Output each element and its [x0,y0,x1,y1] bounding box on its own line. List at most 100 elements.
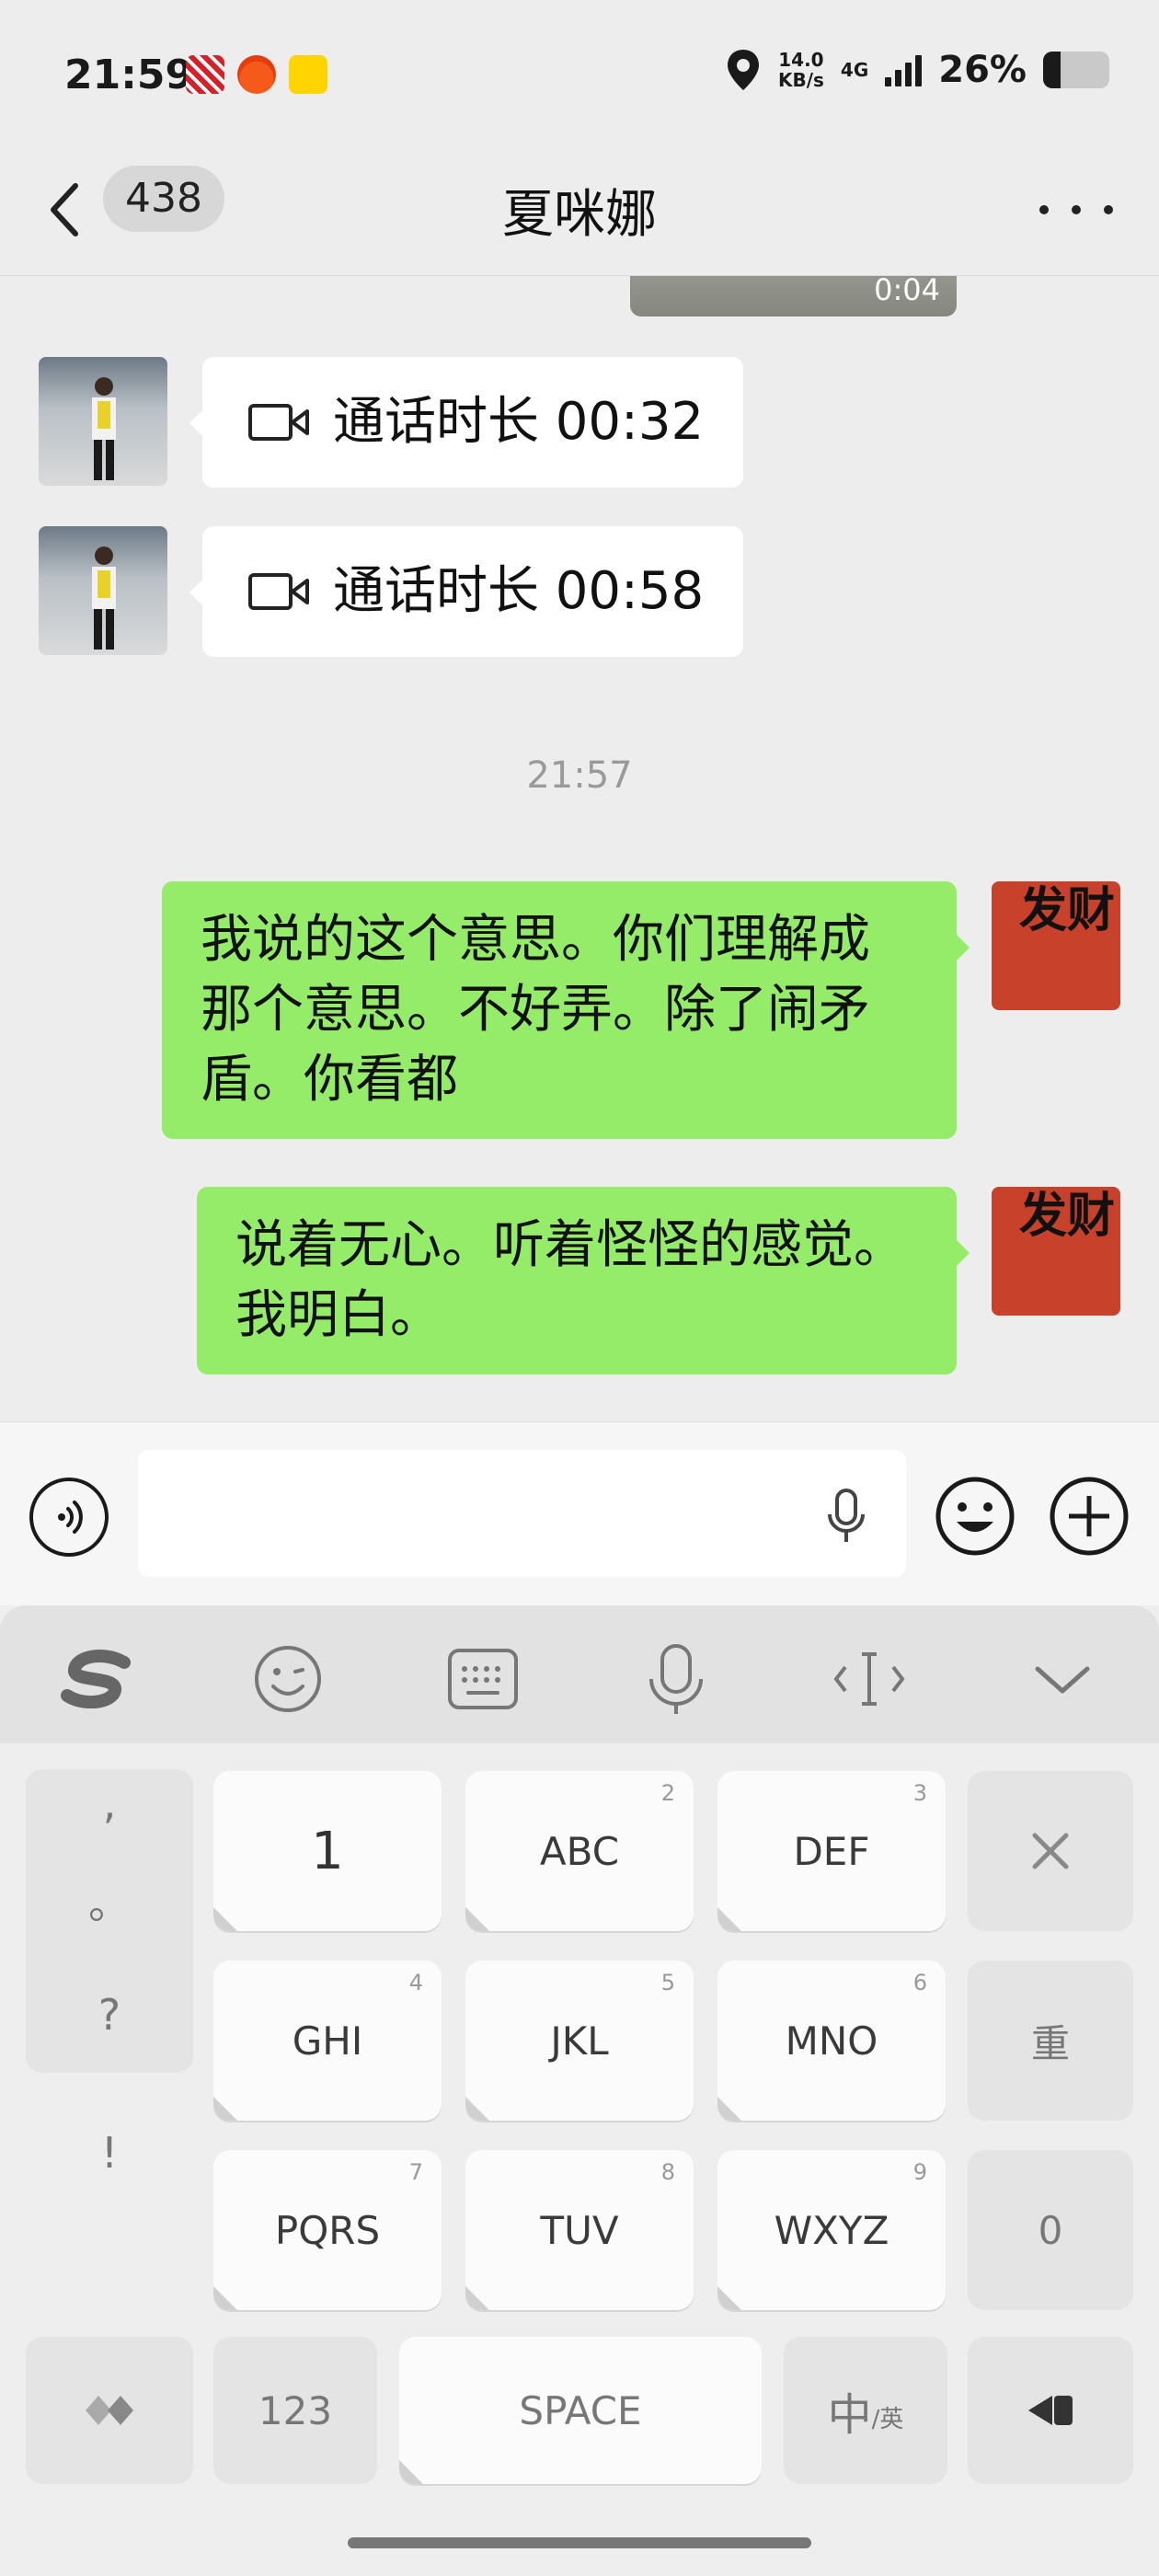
contact-avatar[interactable] [39,526,167,655]
microphone-icon[interactable] [823,1487,869,1546]
key-def[interactable]: 3 DEF [717,1771,946,1931]
network-speed-value: 14.0 [778,49,824,71]
emoji-icon[interactable] [248,1642,327,1716]
video-duration: 0:04 [874,276,940,307]
language-switch-key[interactable]: 中 /英 [784,2337,947,2484]
call-record-bubble[interactable]: 通话时长 00:32 [189,357,743,488]
video-call-icon [248,573,309,610]
battery-icon [1043,52,1109,88]
key-sublabel: /英 [871,2405,904,2433]
key-wxyz[interactable]: 9 WXYZ [717,2150,946,2310]
sent-message-bubble[interactable]: 我说的这个意思。你们理解成那个意思。不好弄。除了闹矛盾。你看都 [162,881,970,1139]
key-tuv[interactable]: 8 TUV [465,2150,694,2310]
cursor-icon[interactable] [830,1642,909,1716]
key-label: PQRS [274,2207,381,2253]
key-ghi[interactable]: 4 GHI [213,1961,442,2121]
punct-exclaim[interactable]: ! [26,2128,193,2178]
chat-title: 夏咪娜 [502,185,657,245]
symbols-key[interactable] [26,2337,193,2484]
my-avatar[interactable]: 发财 [992,881,1120,1010]
my-avatar[interactable]: 发财 [992,1187,1120,1316]
sent-message-bubble[interactable]: 说着无心。听着怪怪的感觉。我明白。 [197,1187,970,1374]
chevron-down-icon[interactable] [1023,1642,1102,1716]
key-label: 0 [1038,2207,1063,2253]
voice-icon [58,1501,83,1534]
key-mno[interactable]: 6 MNO [717,1961,946,2121]
message-text: 说着无心。听着怪怪的感觉。我明白。 [235,1215,905,1345]
input-bar [0,1421,1159,1605]
key-number: 7 [408,2159,423,2185]
keyboard-toolbar [0,1605,1159,1743]
key-label: 中 [827,2389,872,2441]
app-notification-icon [186,55,224,94]
key-label: TUV [540,2207,619,2253]
call-duration-text: 通话时长 00:58 [333,561,705,621]
add-button[interactable] [1047,1474,1131,1558]
network-type: 4G [840,59,869,81]
key-label: ABC [539,1828,620,1874]
dot-icon [1039,205,1049,214]
call-duration-text: 通话时长 00:32 [333,392,705,452]
punct-period[interactable]: 。 [26,1870,193,1931]
keyboard: , 。 ? ! 1 2 ABC 3 DEF 4 GHI 5 JKL 6 MNO … [0,1605,1159,2576]
avatar-text: 发财 [1019,883,1116,938]
message-text: 我说的这个意思。你们理解成那个意思。不好弄。除了闹矛盾。你看都 [201,910,870,1110]
app-notification-icon [289,55,327,94]
keyboard-icon[interactable] [443,1642,522,1716]
avatar-text: 发财 [1019,1189,1116,1244]
key-number: 3 [912,1780,927,1806]
signal-icon [885,53,923,86]
key-number: 9 [912,2159,927,2185]
space-key[interactable]: SPACE [399,2337,762,2484]
sogou-logo-icon[interactable] [57,1642,136,1716]
key-label: 123 [258,2387,333,2433]
key-jkl[interactable]: 5 JKL [465,1961,694,2121]
delete-key[interactable] [968,1771,1133,1931]
person-photo [92,377,116,480]
location-icon [727,50,759,90]
message-timestamp: 21:57 [526,754,633,797]
voice-input-icon[interactable] [637,1642,716,1716]
home-indicator[interactable] [348,2537,811,2548]
key-label: 重 [1030,2020,1070,2066]
key-abc[interactable]: 2 ABC [465,1771,694,1931]
key-label: 1 [311,1821,344,1881]
key-label: MNO [785,2018,878,2064]
key-0[interactable]: 0 [968,2150,1133,2310]
key-number: 4 [408,1970,423,1995]
network-speed-unit: KB/s [777,69,824,91]
symbols-icon [86,2396,133,2425]
reset-key[interactable]: 重 [968,1961,1133,2121]
key-pqrs[interactable]: 7 PQRS [213,2150,442,2310]
key-number: 2 [660,1780,675,1806]
dot-icon [1104,205,1113,214]
status-indicators: 14.0 KB/s 4G 26% [725,48,1109,92]
more-button[interactable] [1039,182,1113,237]
backspace-key[interactable] [968,2337,1133,2484]
voice-toggle-button[interactable] [29,1478,109,1557]
contact-avatar[interactable] [39,357,167,486]
message-list[interactable]: 0:04 通话时长 00:32 通话时长 00:58 21:57 我说的这个意思… [0,276,1159,1421]
dot-icon [1072,205,1081,214]
numbers-key[interactable]: 123 [213,2337,377,2484]
notification-icons [186,55,327,94]
chat-header: 438 夏咪娜 [0,147,1159,276]
backspace-icon [1028,2396,1073,2425]
key-label: SPACE [519,2387,642,2433]
key-label: WXYZ [774,2207,889,2253]
app-notification-icon [237,55,276,94]
person-photo [92,546,116,650]
message-input[interactable] [138,1450,906,1577]
key-number: 6 [912,1970,927,1995]
battery-fill [1043,52,1061,88]
emoji-button[interactable] [933,1474,1017,1558]
call-record-bubble[interactable]: 通话时长 00:58 [189,526,743,657]
status-time: 21:59 [64,52,194,98]
video-call-icon [248,404,309,441]
key-label: GHI [292,2018,363,2064]
key-1[interactable]: 1 [213,1771,442,1931]
video-message[interactable]: 0:04 [630,276,957,316]
delete-icon [1032,1833,1069,1869]
punct-comma[interactable]: , [26,1778,193,1828]
key-number: 5 [660,1970,675,1995]
